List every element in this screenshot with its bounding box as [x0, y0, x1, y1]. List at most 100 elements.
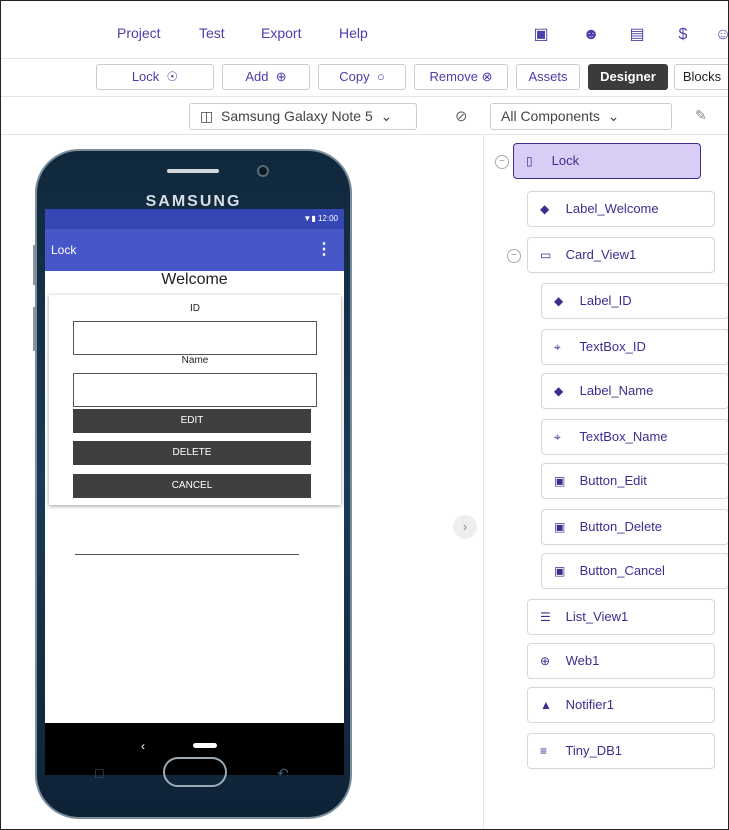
tree-node-label: Web1: [565, 653, 600, 668]
tree-node-button-delete[interactable]: ▣ Button_Delete: [541, 509, 728, 545]
label-icon: ◆: [554, 294, 564, 308]
tree-node-textbox-id[interactable]: ⌖ TextBox_ID: [541, 329, 728, 365]
menu-export[interactable]: Export: [261, 25, 301, 41]
phone-viewer: SAMSUNG ▼▮ 12:00 Lock ⋮ Welcome ID Name …: [1, 135, 484, 829]
tree-node-tiny-db[interactable]: ≡ Tiny_DB1: [527, 733, 715, 769]
tree-node-label: TextBox_ID: [579, 339, 646, 354]
tree-node-web[interactable]: ⊕ Web1: [527, 643, 715, 679]
card-icon: ▭: [540, 248, 552, 262]
app-title: Lock: [51, 243, 77, 257]
menu-test[interactable]: Test: [199, 25, 225, 41]
chevron-down-icon: ⌄: [603, 108, 620, 124]
device-select-value: Samsung Galaxy Note 5: [221, 108, 373, 124]
app-bar: Lock ⋮: [45, 229, 344, 271]
database-icon: ≡: [540, 744, 548, 758]
tree-node-label: Tiny_DB1: [565, 743, 622, 758]
copy-button[interactable]: Copy ○: [318, 64, 406, 90]
add-label: Add: [245, 69, 269, 84]
tree-node-label: Lock: [551, 153, 580, 168]
folder-star-icon[interactable]: ▣: [531, 25, 551, 45]
phone-mockup: SAMSUNG ▼▮ 12:00 Lock ⋮ Welcome ID Name …: [35, 149, 352, 819]
overflow-menu-icon[interactable]: ⋮: [316, 229, 332, 271]
textbox-id[interactable]: [73, 321, 317, 355]
lock-button[interactable]: Lock ☉: [96, 64, 214, 90]
blocks-label: Blocks: [682, 69, 722, 84]
hide-icon[interactable]: ⊘: [455, 107, 468, 125]
tree-node-label: Card_View1: [565, 247, 637, 262]
collapse-toggle-icon[interactable]: −: [507, 249, 521, 263]
tree-node-label: Notifier1: [565, 697, 615, 712]
tree-node-textbox-name[interactable]: ⌖ TextBox_Name: [541, 419, 728, 455]
lock-label: Lock: [131, 69, 160, 84]
component-tree: − ▯ Lock ◆ Label_Welcome − ▭ Card_View1 …: [485, 135, 728, 829]
textbox-icon: ⌖: [554, 340, 561, 354]
tree-node-label: Label_Name: [579, 383, 654, 398]
menu-project[interactable]: Project: [117, 25, 161, 41]
tree-node-label: Label_ID: [579, 293, 632, 308]
collapse-panel-button[interactable]: ›: [453, 515, 477, 539]
tree-node-label-welcome[interactable]: ◆ Label_Welcome: [527, 191, 715, 227]
speaker-grille: [167, 169, 219, 173]
menu-help[interactable]: Help: [339, 25, 368, 41]
remove-circle-icon: ⊗: [481, 69, 493, 84]
designer-label: Designer: [600, 69, 656, 84]
dollar-icon[interactable]: $: [673, 25, 693, 45]
button-icon: ▣: [554, 564, 566, 578]
tree-node-label-id[interactable]: ◆ Label_ID: [541, 283, 728, 319]
copy-icon: ○: [373, 69, 385, 84]
circle-dot-icon: ☉: [162, 69, 179, 84]
globe-icon: ⊕: [540, 654, 551, 668]
component-filter-select[interactable]: All Components ⌄: [490, 103, 672, 130]
plus-circle-icon: ⊕: [272, 69, 287, 84]
user-icon[interactable]: ☺: [713, 25, 728, 45]
component-filter-value: All Components: [501, 108, 600, 124]
document-icon[interactable]: ▤: [627, 25, 647, 45]
tree-node-button-cancel[interactable]: ▣ Button_Cancel: [541, 553, 728, 589]
wifi-battery-icon: ▼▮: [303, 214, 318, 223]
tree-node-card-view[interactable]: ▭ Card_View1: [527, 237, 715, 273]
cancel-button[interactable]: CANCEL: [73, 474, 311, 498]
pencil-icon[interactable]: ✎: [695, 107, 707, 124]
tablet-icon: ◫: [200, 108, 218, 124]
edit-button[interactable]: EDIT: [73, 409, 311, 433]
tree-node-label: Label_Welcome: [565, 201, 659, 216]
textbox-name[interactable]: [73, 373, 317, 407]
blocks-button[interactable]: Blocks: [674, 64, 728, 90]
assets-label: Assets: [528, 69, 568, 84]
button-icon: ▣: [554, 474, 566, 488]
delete-button[interactable]: DELETE: [73, 441, 311, 465]
bell-icon: ▲: [540, 698, 552, 712]
phone-screen: ▼▮ 12:00 Lock ⋮ Welcome ID Name EDIT DEL…: [45, 209, 344, 775]
home-icon[interactable]: [193, 743, 217, 748]
label-icon: ◆: [540, 202, 550, 216]
assets-button[interactable]: Assets: [516, 64, 580, 90]
phone-icon: ▯: [526, 154, 533, 168]
designer-button[interactable]: Designer: [588, 64, 668, 90]
card-view: ID Name EDIT DELETE CANCEL: [49, 295, 341, 505]
tree-node-list-view[interactable]: ☰ List_View1: [527, 599, 715, 635]
tree-node-label-name[interactable]: ◆ Label_Name: [541, 373, 728, 409]
tree-node-button-edit[interactable]: ▣ Button_Edit: [541, 463, 728, 499]
tree-node-lock[interactable]: ▯ Lock: [513, 143, 701, 179]
status-bar: ▼▮ 12:00: [45, 209, 344, 229]
list-icon: ☰: [540, 610, 551, 624]
device-select[interactable]: ◫ Samsung Galaxy Note 5 ⌄: [189, 103, 417, 130]
hardware-home-button: [163, 757, 227, 787]
chevron-down-icon: ⌄: [376, 108, 393, 124]
label-name: Name: [181, 355, 209, 366]
label-welcome: Welcome: [161, 271, 228, 288]
toolbar: Lock ☉ Add ⊕ Copy ○ Remove ⊗ Assets Desi…: [1, 59, 728, 97]
menubar: Project Test Export Help ▣ ☻ ▤ $ ☺: [1, 1, 728, 59]
tree-node-notifier[interactable]: ▲ Notifier1: [527, 687, 715, 723]
palette-icon[interactable]: ☻: [581, 25, 601, 45]
back-icon[interactable]: ‹: [141, 739, 145, 753]
tree-node-label: Button_Delete: [579, 519, 663, 534]
textbox-icon: ⌖: [554, 430, 561, 444]
copy-label: Copy: [339, 69, 370, 84]
status-time: 12:00: [317, 214, 338, 223]
remove-button[interactable]: Remove ⊗: [414, 64, 508, 90]
recent-apps-icon: □: [95, 765, 104, 781]
list-view-divider: [75, 554, 299, 555]
collapse-toggle-icon[interactable]: −: [495, 155, 509, 169]
add-button[interactable]: Add ⊕: [222, 64, 310, 90]
